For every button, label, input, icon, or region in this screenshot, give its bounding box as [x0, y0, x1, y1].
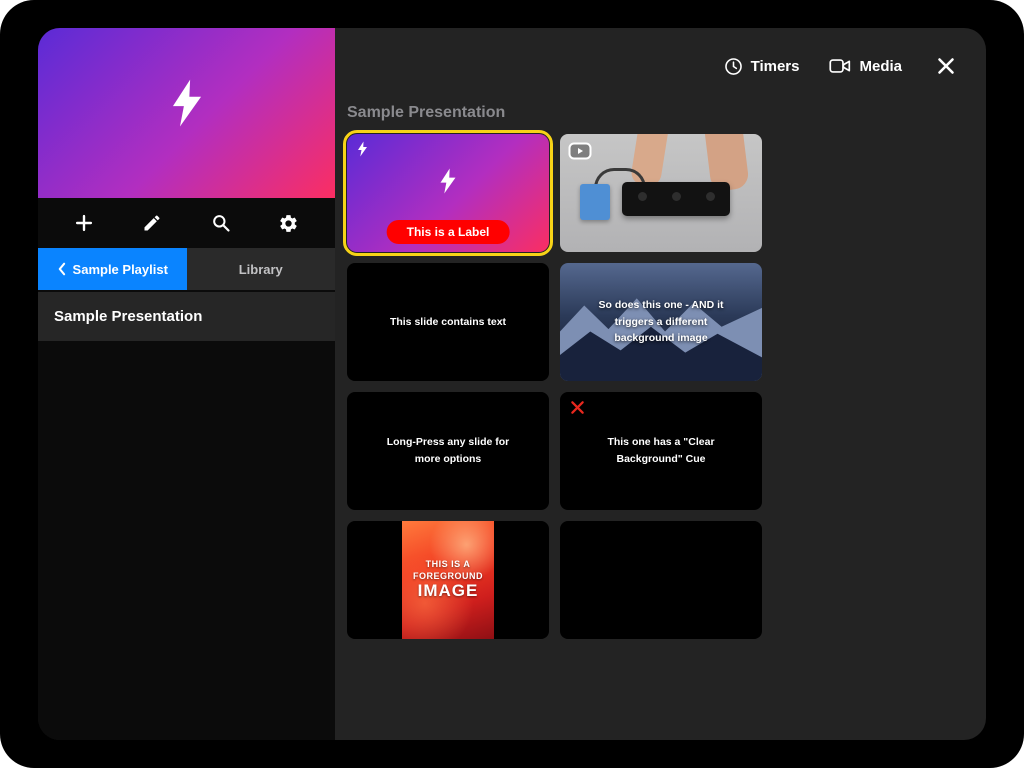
video-badge-icon [568, 142, 592, 160]
slide-text: Long-Press any slide for more options [347, 392, 549, 510]
pedal-device-shape [622, 182, 730, 216]
slide-label-badge: This is a Label [387, 220, 510, 244]
slide-2[interactable] [560, 134, 762, 252]
edit-button[interactable] [130, 205, 174, 241]
media-label: Media [859, 58, 902, 75]
blue-box-shape [580, 184, 610, 220]
timers-button[interactable]: Timers [724, 57, 800, 76]
app-window: Sample Playlist Library Sample Presentat… [38, 28, 986, 740]
timers-label: Timers [751, 58, 800, 75]
knob-shape [672, 192, 681, 201]
knob-shape [638, 192, 647, 201]
add-button[interactable] [62, 205, 106, 241]
sidebar-tabs: Sample Playlist Library [38, 248, 335, 290]
slide-text: So does this one - AND it triggers a dif… [560, 263, 762, 381]
lightning-bolt-icon [438, 168, 458, 195]
search-button[interactable] [199, 205, 243, 241]
slide-1[interactable]: This is a Label [347, 134, 549, 252]
presentation-title: Sample Presentation [347, 104, 986, 122]
slide-4[interactable]: So does this one - AND it triggers a dif… [560, 263, 762, 381]
knob-shape [706, 192, 715, 201]
slide-grid: This is a Label [335, 128, 986, 645]
settings-button[interactable] [267, 205, 311, 241]
slide-6[interactable]: This one has a "Clear Background" Cue [560, 392, 762, 510]
main-header: Timers Media [335, 28, 986, 94]
slide-7[interactable]: THIS IS A FOREGROUND IMAGE [347, 521, 549, 639]
clock-icon [724, 57, 743, 76]
plus-icon [73, 212, 95, 234]
sidebar-toolbar [38, 198, 335, 248]
device-frame: Sample Playlist Library Sample Presentat… [0, 0, 1024, 768]
text-line: THIS IS A [347, 559, 549, 571]
lightning-bolt-icon [356, 141, 369, 157]
sidebar-empty-area [38, 341, 335, 740]
current-slide-preview [38, 28, 335, 198]
gear-icon [278, 213, 299, 234]
text-line: IMAGE [347, 582, 549, 601]
sidebar: Sample Playlist Library Sample Presentat… [38, 28, 335, 740]
pencil-icon [142, 213, 162, 233]
playlist-item-sample-presentation[interactable]: Sample Presentation [38, 290, 335, 341]
slide-3[interactable]: This slide contains text [347, 263, 549, 381]
close-icon [937, 57, 955, 75]
main-panel: Timers Media Sample Presentation [335, 28, 986, 740]
slide-5[interactable]: Long-Press any slide for more options [347, 392, 549, 510]
playlist-item-label: Sample Presentation [54, 308, 202, 325]
video-camera-icon [829, 57, 851, 75]
foreground-image-text: THIS IS A FOREGROUND IMAGE [347, 559, 549, 601]
tab-library[interactable]: Library [187, 248, 336, 290]
chevron-left-icon [57, 262, 66, 276]
search-icon [211, 213, 231, 233]
slide-8[interactable] [560, 521, 762, 639]
media-button[interactable]: Media [829, 57, 902, 75]
slide-text: This one has a "Clear Background" Cue [560, 392, 762, 510]
tab-label: Sample Playlist [73, 262, 168, 277]
slide-text: This slide contains text [347, 263, 549, 381]
close-button[interactable] [932, 52, 960, 80]
tab-sample-playlist[interactable]: Sample Playlist [38, 248, 187, 290]
lightning-bolt-icon [168, 78, 206, 128]
tab-label: Library [239, 262, 283, 277]
